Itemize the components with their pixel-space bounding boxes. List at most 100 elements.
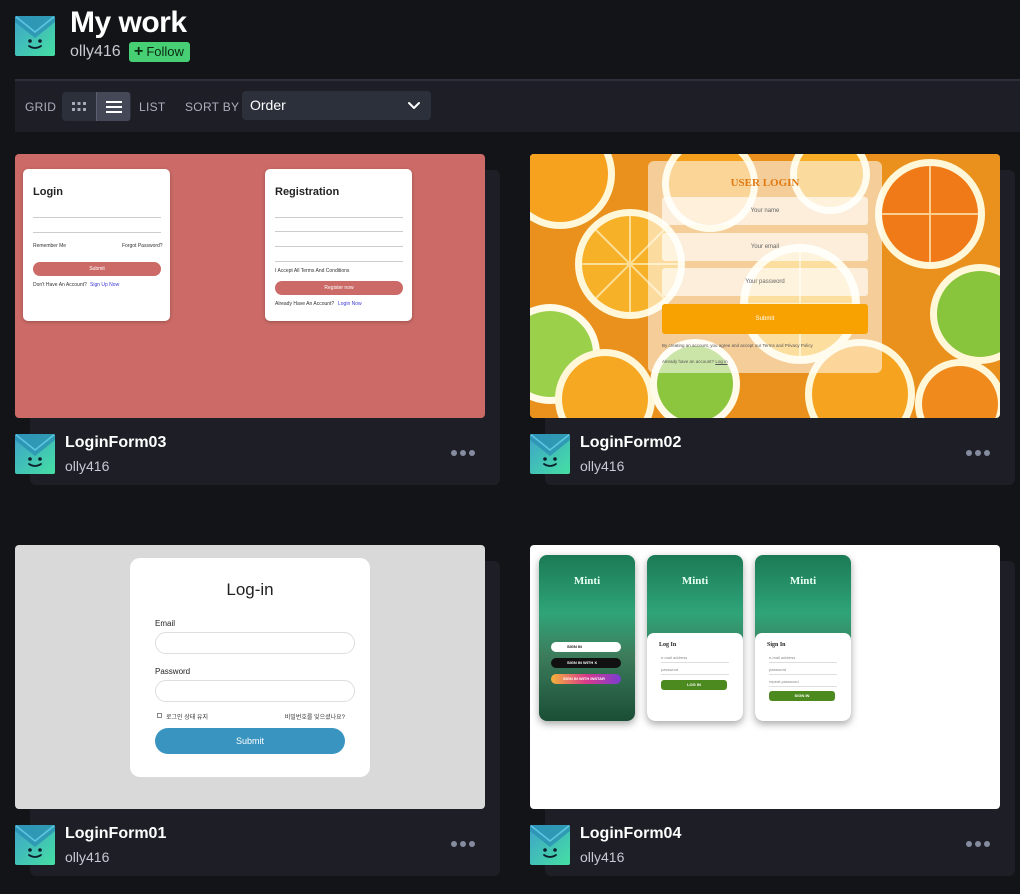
mini-glass-panel: USER LOGIN Your name Your email Your pas…	[648, 161, 882, 373]
pen-preview[interactable]: Minti SIGN IN SIGN IN WITH X SIGN IN WIT…	[530, 545, 1000, 809]
mini-login-heading: Log-in	[226, 580, 274, 599]
mini-brand: Minti	[789, 575, 817, 587]
grid-icon	[72, 101, 86, 111]
mini-login-card: Log-in Email Password 로그인 상태 유지 비밀번호를 잊으…	[130, 558, 370, 777]
mini-line	[33, 217, 161, 218]
profile-username[interactable]: olly416	[70, 43, 121, 61]
mini-phone-signin: Minti SIGN IN SIGN IN WITH X SIGN IN WIT…	[539, 555, 635, 721]
mini-phone-register: Minti Sign In e-mail address password re…	[755, 555, 851, 721]
mini-submit: Submit	[155, 728, 345, 754]
mini-repeat-ph: repeat password	[769, 679, 799, 684]
mini-phone-login: Minti Log In e-mail address password LOG…	[647, 555, 743, 721]
mini-login-box: Login Remember Me Forgot Password? Submi…	[23, 169, 170, 321]
pen-owner[interactable]: olly416	[580, 458, 624, 474]
mini-password-label: Password	[155, 667, 191, 676]
grid-view-button[interactable]	[62, 92, 96, 121]
mini-signin-title: Sign In	[767, 642, 786, 648]
plus-icon: +	[134, 43, 144, 60]
mini-remember: Remember Me	[33, 243, 67, 249]
mini-sheet: Sign In e-mail address password repeat p…	[755, 633, 851, 721]
mini-line	[769, 674, 837, 675]
follow-button[interactable]: + Follow	[129, 42, 190, 62]
mini-terms: I Accept All Terms And Conditions	[275, 268, 350, 274]
mini-signin-x-button: SIGN IN WITH X	[551, 658, 621, 668]
pen-title[interactable]: LoginForm04	[580, 825, 681, 843]
mini-email-field	[155, 632, 355, 654]
mini-email-ph: e-mail address	[661, 655, 688, 660]
mini-signin-button: SIGN IN	[551, 642, 621, 652]
mini-password-field: Your password	[662, 268, 868, 296]
mini-line	[275, 261, 403, 262]
pen-owner[interactable]: olly416	[580, 849, 624, 865]
more-options-icon[interactable]	[448, 835, 478, 853]
mini-have-account: Already have an account? Log in	[662, 359, 728, 364]
mini-email-ph: e-mail address	[769, 655, 796, 660]
pen-preview[interactable]: Log-in Email Password 로그인 상태 유지 비밀번호를 잊으…	[15, 545, 485, 809]
mini-signup-link: Sign Up Now	[90, 282, 120, 288]
pen-preview[interactable]: Login Remember Me Forgot Password? Submi…	[15, 154, 485, 418]
mini-login-link: Login Now	[338, 301, 362, 307]
pen-title[interactable]: LoginForm01	[65, 825, 166, 843]
mini-login-button: LOG IN	[661, 680, 727, 690]
chevron-down-icon	[408, 102, 420, 109]
mini-brand: Minti	[573, 575, 601, 587]
list-label: LIST	[139, 100, 166, 114]
mini-submit: Submit	[662, 304, 868, 334]
mini-line	[661, 674, 729, 675]
mini-line	[769, 686, 837, 687]
mini-email-label: Email	[155, 619, 176, 628]
mini-signin-button: SIGN IN	[769, 691, 835, 701]
mini-line	[33, 232, 161, 233]
pen-preview[interactable]: USER LOGIN Your name Your email Your pas…	[530, 154, 1000, 418]
mini-forgot: Forgot Password?	[122, 243, 163, 249]
mini-password-ph: password	[769, 667, 787, 672]
pen-title[interactable]: LoginForm03	[65, 434, 166, 452]
mini-registration-title: Registration	[275, 186, 340, 198]
profile-header: My work olly416 + Follow	[0, 0, 1020, 78]
mini-brand: Minti	[681, 575, 709, 587]
mini-password-ph: password	[661, 667, 679, 672]
more-options-icon[interactable]	[448, 444, 478, 462]
view-toggle	[62, 92, 131, 121]
user-avatar[interactable]	[15, 16, 55, 56]
pen-title[interactable]: LoginForm02	[580, 434, 681, 452]
follow-label: Follow	[146, 44, 184, 59]
owner-avatar[interactable]	[15, 434, 55, 474]
view-toolbar: GRID LIST SORT BY Order	[15, 81, 1020, 132]
mini-line	[661, 662, 729, 663]
list-view-button[interactable]	[96, 92, 130, 121]
mini-line	[275, 246, 403, 247]
pen-card: USER LOGIN Your name Your email Your pas…	[530, 154, 1015, 489]
mini-password-field	[155, 680, 355, 702]
mini-user-login-heading: USER LOGIN	[730, 177, 800, 189]
mini-email-field: Your email	[662, 233, 868, 261]
mini-login-title: Login	[33, 186, 63, 198]
mini-line	[769, 662, 837, 663]
pen-card: Login Remember Me Forgot Password? Submi…	[15, 154, 500, 489]
pen-owner[interactable]: olly416	[65, 849, 109, 865]
list-icon	[105, 100, 122, 113]
owner-avatar[interactable]	[530, 825, 570, 865]
pen-owner[interactable]: olly416	[65, 458, 109, 474]
pen-card: Log-in Email Password 로그인 상태 유지 비밀번호를 잊으…	[15, 545, 500, 880]
more-options-icon[interactable]	[963, 835, 993, 853]
sort-select[interactable]: Order	[242, 91, 431, 120]
mini-login-title: Log In	[659, 642, 677, 648]
mini-line	[275, 217, 403, 218]
mini-registration-box: Registration I Accept All Terms And Cond…	[265, 169, 412, 321]
mini-forgot: 비밀번호를 잊으셨나요?	[284, 715, 345, 721]
owner-avatar[interactable]	[530, 434, 570, 474]
mini-keep-login: 로그인 상태 유지	[166, 715, 208, 721]
mini-register-button: Register now	[275, 281, 403, 295]
more-options-icon[interactable]	[963, 444, 993, 462]
owner-avatar[interactable]	[15, 825, 55, 865]
mini-checkbox	[157, 713, 162, 718]
mini-submit: Submit	[33, 262, 161, 276]
pen-card: Minti SIGN IN SIGN IN WITH X SIGN IN WIT…	[530, 545, 1015, 880]
mini-name-field: Your name	[662, 197, 868, 225]
mini-terms: By creating an account, you agree and ac…	[662, 343, 813, 348]
mini-have-account: Already Have An Account?	[275, 301, 335, 307]
mini-line	[275, 231, 403, 232]
sort-value: Order	[250, 97, 286, 113]
page-title: My work	[70, 6, 187, 39]
